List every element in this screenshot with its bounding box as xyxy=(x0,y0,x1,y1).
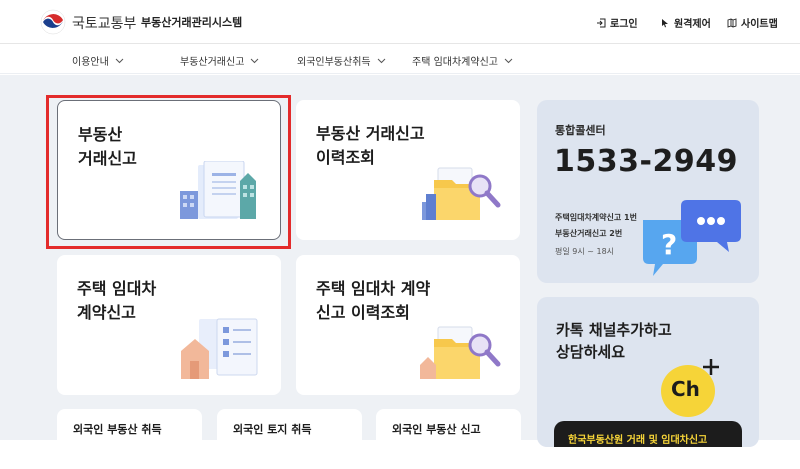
card-transaction-report[interactable]: 부동산 거래신고 xyxy=(57,100,281,240)
kakao-title: 카톡 채널추가하고 상담하세요 xyxy=(556,321,672,361)
main-navigation: 이용안내 부동산거래신고 외국인부동산취득 주택 임대차계약신고 xyxy=(0,45,800,74)
card-transaction-history[interactable]: 부동산 거래신고 이력조회 xyxy=(296,100,520,240)
call-center-line: 주택임대차계약신고 1번 xyxy=(555,213,637,222)
chat-bubbles-icon: ? xyxy=(643,200,741,276)
kakao-banner[interactable]: 한국부동산원 거래 및 임대차신고 xyxy=(554,421,742,447)
nav-item-guide[interactable]: 이용안내 xyxy=(72,53,124,68)
card-lease-report[interactable]: 주택 임대차 계약신고 xyxy=(57,255,281,395)
map-icon xyxy=(727,17,737,28)
content-area: 부동산 거래신고 부동산 거래신고 이력조회 주택 임대차 계약신고 주택 임대… xyxy=(0,75,800,469)
nav-item-transaction-report[interactable]: 부동산거래신고 xyxy=(180,53,259,68)
card-title: 외국인 부동산 취득 xyxy=(73,423,162,436)
login-link[interactable]: 로그인 xyxy=(596,15,638,30)
buildings-document-icon xyxy=(180,161,256,219)
folder-search-icon xyxy=(420,326,501,379)
sitemap-label: 사이트맵 xyxy=(741,19,778,30)
kakao-badge: Ch xyxy=(671,377,700,401)
svg-text:?: ? xyxy=(661,228,677,261)
nav-label: 주택 임대차계약신고 xyxy=(412,57,498,68)
nav-label: 부동산거래신고 xyxy=(180,57,245,68)
house-checklist-icon xyxy=(181,318,258,379)
system-name[interactable]: 부동산거래관리시스템 xyxy=(141,14,242,30)
call-center-number[interactable]: 1533-2949 xyxy=(554,144,738,179)
kakao-channel-icon: Ch xyxy=(661,359,719,417)
card-title: 외국인 토지 취득 xyxy=(233,423,312,436)
call-center-card: 통합콜센터 1533-2949 주택임대차계약신고 1번 부동산거래신고 2번 … xyxy=(537,100,759,283)
sitemap-link[interactable]: 사이트맵 xyxy=(727,15,778,30)
chevron-down-icon xyxy=(504,58,513,64)
chevron-down-icon xyxy=(377,58,385,64)
kakao-channel-card[interactable]: 카톡 채널추가하고 상담하세요 Ch 한국부동산원 거래 및 임대차신고 xyxy=(537,297,759,447)
ministry-name[interactable]: 국토교통부 xyxy=(72,13,136,33)
card-title: 주택 임대차 계약 신고 이력조회 xyxy=(316,279,431,322)
nav-label: 외국인부동산취득 xyxy=(297,57,371,68)
government-emblem-icon[interactable] xyxy=(40,9,66,35)
call-center-line: 부동산거래신고 2번 xyxy=(555,229,623,238)
top-header: 국토교통부 부동산거래관리시스템 로그인 원격제어 사이트맵 xyxy=(0,0,800,44)
nav-item-foreigner-acquisition[interactable]: 외국인부동산취득 xyxy=(297,53,386,68)
nav-label: 이용안내 xyxy=(72,57,109,68)
login-label: 로그인 xyxy=(610,19,638,30)
folder-search-icon xyxy=(422,167,501,220)
card-title: 외국인 부동산 신고 xyxy=(392,423,481,436)
nav-item-lease-report[interactable]: 주택 임대차계약신고 xyxy=(412,53,513,68)
chevron-down-icon xyxy=(115,58,124,64)
card-foreigner-report[interactable]: 외국인 부동산 신고 xyxy=(376,409,521,469)
card-lease-history[interactable]: 주택 임대차 계약 신고 이력조회 xyxy=(296,255,520,395)
card-foreigner-land[interactable]: 외국인 토지 취득 xyxy=(217,409,362,469)
remote-control-link[interactable]: 원격제어 xyxy=(660,15,711,30)
cursor-icon xyxy=(662,18,668,27)
call-center-title: 통합콜센터 xyxy=(555,124,606,137)
card-foreigner-real-estate[interactable]: 외국인 부동산 취득 xyxy=(57,409,202,469)
login-icon xyxy=(597,18,606,27)
remote-control-label: 원격제어 xyxy=(674,19,711,30)
call-center-hours: 평일 9시 ~ 18시 xyxy=(555,247,615,256)
plus-icon xyxy=(703,359,719,375)
chevron-down-icon xyxy=(251,58,259,64)
